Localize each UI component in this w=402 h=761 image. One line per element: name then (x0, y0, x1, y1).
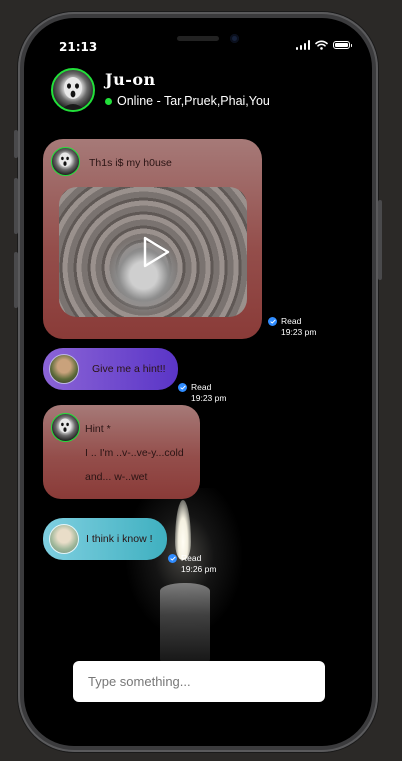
message-line: and... w-..wet (85, 471, 148, 483)
message-text: Th1s i$ my h0use (89, 157, 172, 169)
online-dot-icon (105, 97, 112, 105)
read-receipt: Read 19:23 pm (178, 382, 226, 404)
read-receipt: Read 19:23 pm (268, 316, 316, 338)
message-text: I think i know ! (86, 533, 153, 545)
volume-down-button (14, 252, 18, 308)
front-camera (230, 34, 239, 43)
ghost-face-icon (61, 77, 85, 110)
check-icon (178, 383, 187, 392)
message-avatar (49, 524, 79, 554)
message-bubble[interactable]: I think i know ! (43, 518, 167, 560)
read-label: Read (181, 553, 202, 563)
message-composer[interactable] (73, 661, 325, 702)
ghost-face-icon (59, 418, 71, 433)
chat-title: Ju-on (105, 70, 156, 89)
read-time: 19:23 pm (191, 393, 227, 403)
message-input[interactable] (86, 673, 312, 690)
check-icon (168, 554, 177, 563)
speaker-grille (177, 36, 219, 41)
read-time: 19:23 pm (281, 327, 317, 337)
message-avatar (49, 354, 79, 384)
play-icon[interactable] (141, 235, 171, 269)
read-label: Read (191, 382, 212, 392)
ghost-face-icon (59, 152, 71, 167)
silent-switch (14, 130, 18, 158)
message-line: I .. I'm ..v-..ve-y...cold (85, 447, 184, 459)
phone-screen: 21:13 Ju-on Online - Tar,Pruek,Phai,You … (24, 18, 372, 746)
power-button (378, 200, 382, 280)
check-icon (268, 317, 277, 326)
status-time: 21:13 (59, 40, 98, 54)
candle-image (160, 583, 210, 663)
message-bubble[interactable]: Give me a hint!! (43, 348, 178, 390)
battery-icon (333, 41, 352, 49)
read-receipt: Read 19:26 pm (168, 553, 216, 575)
signal-icon (295, 40, 310, 50)
status-icons (295, 40, 352, 50)
message-avatar (51, 413, 80, 442)
read-time: 19:26 pm (181, 564, 217, 574)
read-label: Read (281, 316, 302, 326)
chat-avatar[interactable] (51, 68, 95, 112)
message-bubble-multiline[interactable]: Hint * I .. I'm ..v-..ve-y...cold and...… (43, 405, 200, 499)
online-status: Online - Tar,Pruek,Phai,You (105, 94, 270, 108)
status-bar: 21:13 (24, 18, 372, 62)
message-bubble-video[interactable]: Th1s i$ my h0use (43, 139, 262, 339)
volume-up-button (14, 178, 18, 234)
online-members: Online - Tar,Pruek,Phai,You (117, 94, 270, 108)
video-thumbnail[interactable] (59, 187, 247, 317)
message-avatar (51, 147, 80, 176)
wifi-icon (315, 40, 328, 50)
message-line: Hint * (85, 423, 111, 435)
message-text: Give me a hint!! (92, 363, 166, 375)
